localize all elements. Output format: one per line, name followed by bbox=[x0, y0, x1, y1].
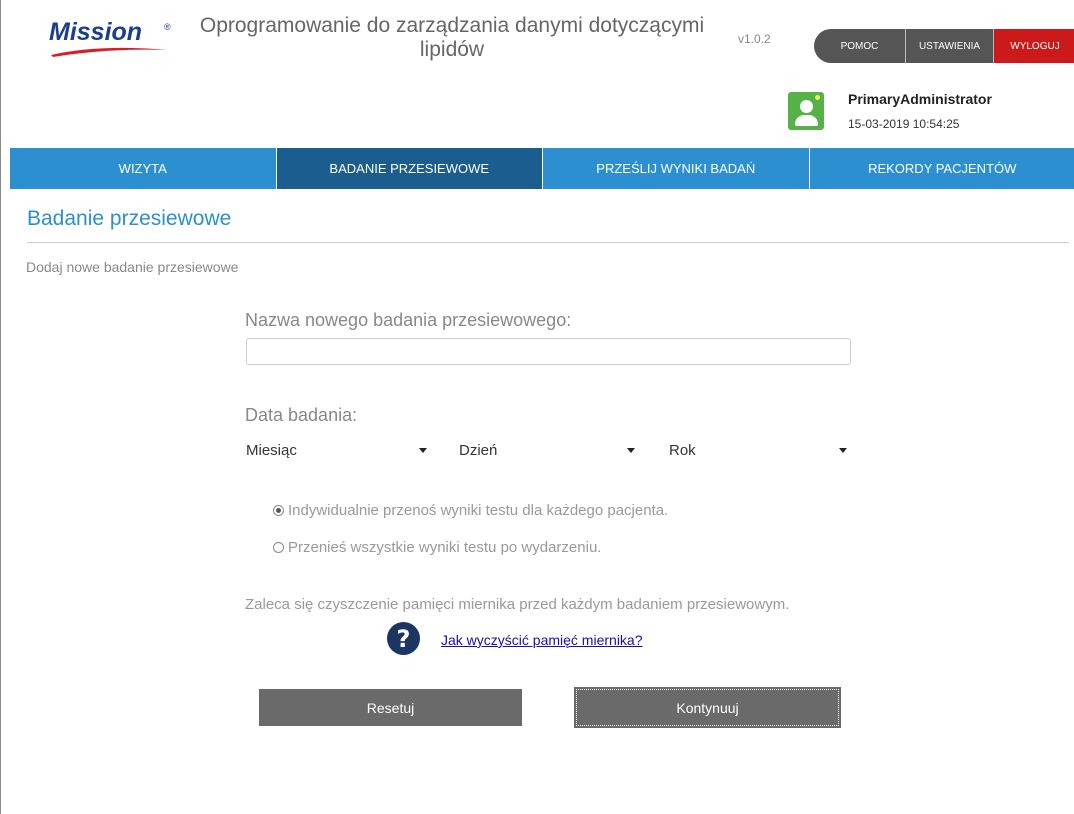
app-window: Mission ® Oprogramowanie do zarządzania … bbox=[0, 0, 1074, 814]
app-title: Oprogramowanie do zarządzania danymi dot… bbox=[199, 14, 705, 61]
logo-registered-mark: ® bbox=[164, 22, 171, 32]
user-bar: PrimaryAdministrator 15-03-2019 10:54:25 bbox=[2, 78, 1074, 148]
radio-individual-label: Indywidualnie przenoś wyniki testu dla k… bbox=[288, 502, 669, 519]
tab-visit[interactable]: WIZYTA bbox=[10, 148, 277, 189]
settings-button[interactable]: USTAWIENIA bbox=[906, 29, 994, 63]
radio-individual-transfer[interactable]: Indywidualnie przenoś wyniki testu dla k… bbox=[273, 502, 668, 519]
logo-swoosh-icon bbox=[51, 47, 167, 57]
clear-memory-help-link[interactable]: Jak wyczyścić pamięć miernika? bbox=[441, 632, 643, 648]
radio-button-checked[interactable] bbox=[273, 505, 284, 516]
question-mark-icon[interactable]: ? bbox=[387, 622, 420, 655]
chevron-down-icon bbox=[839, 447, 847, 453]
current-datetime: 15-03-2019 10:54:25 bbox=[848, 117, 960, 131]
day-select-value: Dzień bbox=[459, 441, 498, 459]
screening-name-input[interactable] bbox=[246, 338, 851, 365]
radio-button-unchecked[interactable] bbox=[273, 542, 284, 553]
screening-date-label: Data badania: bbox=[245, 405, 358, 425]
page-subtitle: Dodaj nowe badanie przesiewowe bbox=[26, 259, 239, 275]
avatar-status-dot bbox=[815, 95, 820, 100]
month-select-value: Miesiąc bbox=[246, 441, 297, 459]
avatar-head bbox=[800, 100, 813, 113]
tab-patient-records[interactable]: REKORDY PACJENTÓW bbox=[810, 148, 1074, 189]
day-select[interactable]: Dzień bbox=[459, 436, 637, 464]
radio-transfer-all[interactable]: Przenieś wszystkie wyniki testu po wydar… bbox=[273, 539, 601, 556]
logout-button[interactable]: WYLOGUJ bbox=[994, 29, 1074, 63]
reset-button[interactable]: Resetuj bbox=[259, 689, 522, 726]
title-divider bbox=[27, 242, 1069, 243]
tab-screening[interactable]: BADANIE PRZESIEWOWE bbox=[276, 148, 543, 189]
main-nav: WIZYTA BADANIE PRZESIEWOWE PRZEŚLIJ WYNI… bbox=[10, 148, 1074, 189]
help-button[interactable]: POMOC bbox=[814, 29, 906, 63]
screening-name-label: Nazwa nowego badania przesiewowego: bbox=[245, 310, 572, 330]
logo-text: Mission bbox=[49, 18, 143, 46]
top-bar: Mission ® Oprogramowanie do zarządzania … bbox=[2, 0, 1074, 78]
month-select[interactable]: Miesiąc bbox=[246, 436, 429, 464]
top-nav: POMOC USTAWIENIA WYLOGUJ bbox=[814, 29, 1074, 63]
year-select[interactable]: Rok bbox=[669, 436, 849, 464]
memory-clear-recommendation: Zaleca się czyszczenie pamięci miernika … bbox=[245, 596, 790, 613]
user-avatar-icon bbox=[788, 92, 824, 130]
version-label: v1.0.2 bbox=[738, 32, 771, 46]
radio-all-label: Przenieś wszystkie wyniki testu po wydar… bbox=[288, 539, 602, 556]
continue-button[interactable]: Kontynuuj bbox=[574, 687, 841, 728]
year-select-value: Rok bbox=[669, 441, 696, 459]
mission-logo: Mission ® bbox=[49, 18, 174, 66]
avatar-body bbox=[795, 115, 818, 126]
chevron-down-icon bbox=[419, 447, 427, 453]
page-title: Badanie przesiewowe bbox=[27, 207, 232, 230]
chevron-down-icon bbox=[627, 447, 635, 453]
username: PrimaryAdministrator bbox=[848, 91, 992, 107]
tab-upload-results[interactable]: PRZEŚLIJ WYNIKI BADAŃ bbox=[543, 148, 810, 189]
